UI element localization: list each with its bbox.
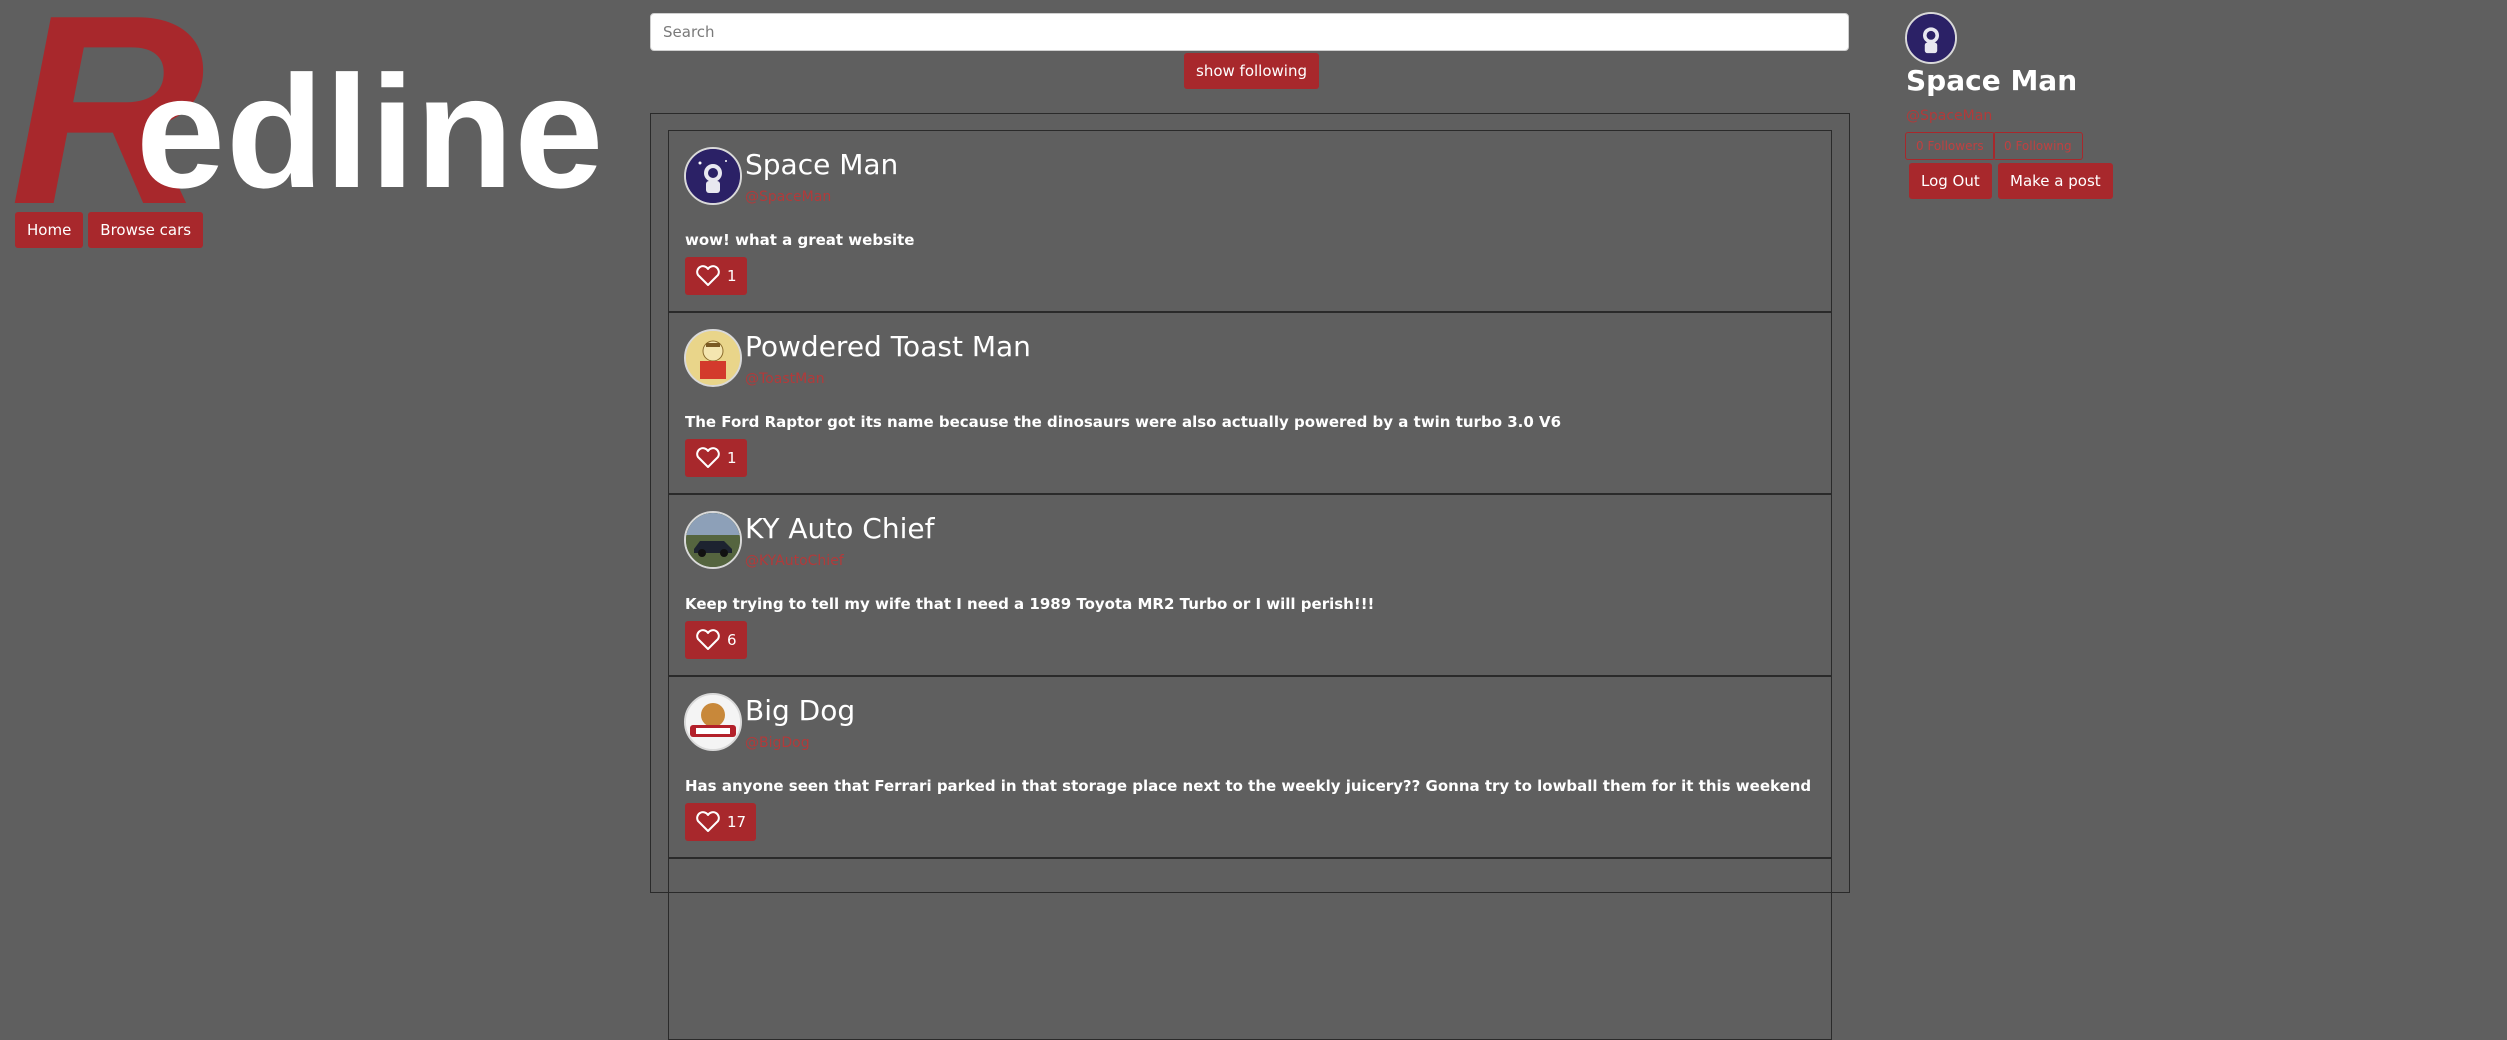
post-card: Powdered Toast Man @ToastMan The Ford Ra… xyxy=(668,312,1832,494)
post-card: KY Auto Chief @KYAutoChief Keep trying t… xyxy=(668,494,1832,676)
toast-man-icon[interactable] xyxy=(684,329,742,387)
following-count[interactable]: 0 Following xyxy=(1993,132,2083,160)
followers-count[interactable]: 0 Followers xyxy=(1905,132,1995,160)
post-text: wow! what a great website xyxy=(685,231,915,249)
astronaut-icon[interactable] xyxy=(684,147,742,205)
profile-astronaut-icon[interactable] xyxy=(1905,12,1957,64)
post-author-handle[interactable]: @SpaceMan xyxy=(745,189,831,205)
post-feed: Space Man @SpaceMan wow! what a great we… xyxy=(650,113,1850,1040)
post-card: Space Man @SpaceMan wow! what a great we… xyxy=(668,130,1832,312)
post-author-name[interactable]: Space Man xyxy=(745,147,898,183)
post-author-handle[interactable]: @KYAutoChief xyxy=(745,553,844,569)
like-count: 6 xyxy=(727,631,737,649)
like-button[interactable]: 1 xyxy=(685,439,747,477)
heart-icon xyxy=(696,447,720,468)
heart-icon xyxy=(696,629,720,650)
car-icon[interactable] xyxy=(684,511,742,569)
like-button[interactable]: 6 xyxy=(685,621,747,659)
post-author-name[interactable]: KY Auto Chief xyxy=(745,511,934,547)
make-post-button[interactable]: Make a post xyxy=(1998,163,2113,199)
like-button[interactable]: 1 xyxy=(685,257,747,295)
like-count: 17 xyxy=(727,813,747,831)
browse-cars-button[interactable]: Browse cars xyxy=(88,212,204,248)
post-author-handle[interactable]: @BigDog xyxy=(745,735,810,751)
home-button[interactable]: Home xyxy=(15,212,84,248)
main-nav: Home Browse cars xyxy=(15,212,204,248)
post-author-name[interactable]: Big Dog xyxy=(745,693,855,729)
profile-handle: @SpaceMan xyxy=(1906,108,1993,124)
like-count: 1 xyxy=(727,449,737,467)
big-dawg-icon[interactable] xyxy=(684,693,742,751)
logout-button[interactable]: Log Out xyxy=(1909,163,1992,199)
post-author-name[interactable]: Powdered Toast Man xyxy=(745,329,1031,365)
post-text: The Ford Raptor got its name because the… xyxy=(685,413,1562,431)
search-input[interactable] xyxy=(650,13,1849,51)
redline-logo: R edline xyxy=(8,0,618,246)
post-text: Keep trying to tell my wife that I need … xyxy=(685,595,1375,613)
logo-wordmark: edline xyxy=(136,42,605,221)
like-count: 1 xyxy=(727,267,737,285)
profile-name: Space Man xyxy=(1906,64,2078,97)
post-author-handle[interactable]: @ToastMan xyxy=(745,371,825,387)
heart-icon xyxy=(696,811,720,832)
like-button[interactable]: 17 xyxy=(685,803,757,841)
heart-icon xyxy=(696,265,720,286)
post-card xyxy=(668,858,1832,1040)
post-text: Has anyone seen that Ferrari parked in t… xyxy=(685,777,1812,795)
show-following-button[interactable]: show following xyxy=(1184,53,1319,89)
post-card: Big Dog @BigDog Has anyone seen that Fer… xyxy=(668,676,1832,858)
